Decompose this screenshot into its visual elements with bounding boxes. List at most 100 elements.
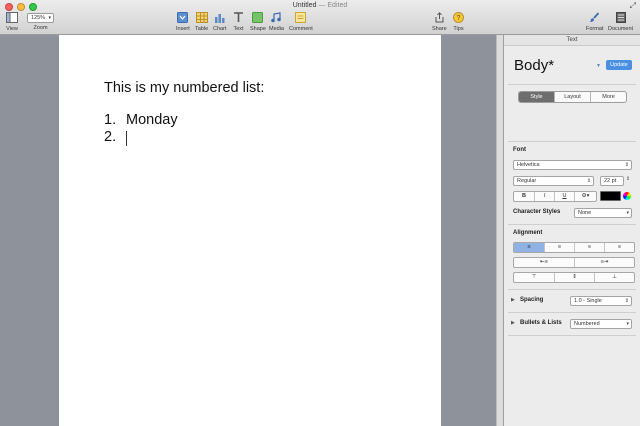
inspector-tabs: Style Layout More	[518, 91, 627, 103]
alignment-buttons: ≡ ≡ ≡ ≡	[513, 242, 635, 253]
vertical-scrollbar[interactable]	[496, 35, 503, 426]
document-heading[interactable]: This is my numbered list:	[104, 80, 264, 96]
spacing-value: 1.0 - Single	[574, 298, 602, 304]
chevron-updown-icon: ⇕	[624, 298, 629, 304]
comment-button[interactable]: Comment	[289, 11, 313, 32]
text-icon	[233, 11, 244, 24]
shape-icon	[252, 11, 264, 24]
align-top-button[interactable]: ⊤	[514, 273, 554, 282]
tab-more[interactable]: More	[590, 92, 626, 102]
comment-label: Comment	[289, 26, 313, 32]
list-item[interactable]: 1. Monday	[104, 112, 178, 128]
character-styles-select[interactable]: None ▾	[574, 208, 632, 218]
align-left-button[interactable]: ≡	[514, 243, 544, 252]
media-icon	[270, 11, 282, 24]
text-button[interactable]: Text	[233, 11, 244, 32]
font-size-field[interactable]: 22 pt	[600, 176, 624, 186]
text-options-button[interactable]: ⚙▾	[574, 192, 596, 201]
bullets-lists-select[interactable]: Numbered ▾	[570, 319, 632, 329]
tab-layout[interactable]: Layout	[554, 92, 590, 102]
list-item-text: Monday	[126, 112, 178, 128]
chevron-down-icon[interactable]: ▼	[596, 63, 601, 69]
character-styles-value: None	[578, 210, 592, 216]
font-family-value: Helvetica	[517, 162, 540, 168]
paintbrush-icon	[589, 11, 600, 24]
view-icon	[6, 11, 18, 24]
align-justify-button[interactable]: ≡	[604, 243, 634, 252]
document-label: Document	[608, 26, 634, 32]
chevron-updown-icon: ⇕	[624, 162, 629, 168]
underline-button[interactable]: U	[554, 192, 574, 201]
font-size-stepper[interactable]: ⇕	[626, 176, 630, 182]
vertical-alignment-buttons: ⊤ ⇕ ⊥	[513, 272, 635, 283]
text-cursor	[126, 131, 127, 146]
font-size-value: 22 pt	[604, 178, 617, 184]
format-button[interactable]: Format	[586, 11, 603, 32]
tips-label: Tips	[453, 26, 464, 32]
divider	[508, 312, 636, 313]
decrease-indent-button[interactable]: ⇤≡	[514, 258, 574, 267]
increase-indent-button[interactable]: ≡⇥	[574, 258, 634, 267]
insert-label: Insert	[176, 26, 190, 32]
alignment-label: Alignment	[513, 230, 543, 236]
media-button[interactable]: Media	[269, 11, 284, 32]
divider	[508, 224, 636, 225]
list-number: 1.	[104, 112, 117, 128]
align-center-button[interactable]: ≡	[544, 243, 574, 252]
chart-button[interactable]: Chart	[213, 11, 226, 32]
character-styles-label: Character Styles	[513, 209, 561, 215]
text-color-well[interactable]	[600, 191, 621, 201]
tab-style[interactable]: Style	[519, 92, 554, 102]
zoom-control[interactable]: 125% ▾ Zoom	[27, 11, 54, 31]
tips-button[interactable]: ? Tips	[453, 11, 464, 32]
share-label: Share	[432, 26, 447, 32]
share-icon	[434, 11, 445, 24]
list-item[interactable]: 2.	[104, 129, 116, 145]
font-family-select[interactable]: Helvetica ⇕	[513, 160, 632, 170]
view-label: View	[6, 26, 18, 32]
font-style-select[interactable]: Regular ⇕	[513, 176, 594, 186]
view-button[interactable]: View	[6, 11, 18, 32]
chevron-down-icon: ▾	[626, 321, 629, 327]
document-page[interactable]: This is my numbered list: 1. Monday 2.	[59, 35, 441, 426]
spacing-label[interactable]: Spacing	[520, 297, 543, 303]
indent-buttons: ⇤≡ ≡⇥	[513, 257, 635, 268]
zoom-select[interactable]: 125% ▾	[27, 13, 54, 23]
font-label: Font	[513, 147, 526, 153]
spacing-select[interactable]: 1.0 - Single ⇕	[570, 296, 632, 306]
font-style-value: Regular	[517, 178, 537, 184]
comment-icon	[295, 11, 307, 24]
bullets-lists-value: Numbered	[574, 321, 600, 327]
color-wheel-icon[interactable]	[623, 192, 631, 200]
inspector-title: Text	[504, 35, 640, 46]
bullets-lists-label[interactable]: Bullets & Lists	[520, 320, 562, 326]
align-bottom-button[interactable]: ⊥	[594, 273, 634, 282]
chevron-updown-icon: ⇕	[586, 178, 591, 184]
share-button[interactable]: Share	[432, 11, 447, 32]
disclosure-triangle-icon[interactable]: ▶	[511, 297, 515, 303]
chart-label: Chart	[213, 26, 227, 32]
zoom-value: 125%	[31, 15, 46, 21]
align-right-button[interactable]: ≡	[574, 243, 604, 252]
list-number: 2.	[104, 129, 117, 145]
insert-button[interactable]: Insert	[176, 11, 190, 32]
update-button[interactable]: Update	[606, 60, 632, 70]
disclosure-triangle-icon[interactable]: ▶	[511, 320, 515, 326]
chevron-down-icon: ▾	[48, 15, 51, 21]
italic-button[interactable]: I	[534, 192, 554, 201]
document-button[interactable]: Document	[608, 11, 633, 32]
fullscreen-icon[interactable]: ⤢	[630, 1, 636, 11]
paragraph-style-name[interactable]: Body*	[514, 57, 554, 74]
text-label: Text	[233, 26, 244, 32]
format-label: Format	[586, 26, 604, 32]
align-middle-button[interactable]: ⇕	[554, 273, 594, 282]
shape-button[interactable]: Shape	[250, 11, 266, 32]
divider	[508, 141, 636, 142]
chart-icon	[214, 11, 226, 24]
format-inspector: Text Body* ▼ Update Style Layout More Fo…	[503, 35, 640, 426]
bold-button[interactable]: B	[514, 192, 534, 201]
table-button[interactable]: Table	[195, 11, 208, 32]
chevron-down-icon: ▾	[626, 210, 629, 216]
text-format-buttons: B I U ⚙▾	[513, 191, 597, 202]
divider	[508, 335, 636, 336]
